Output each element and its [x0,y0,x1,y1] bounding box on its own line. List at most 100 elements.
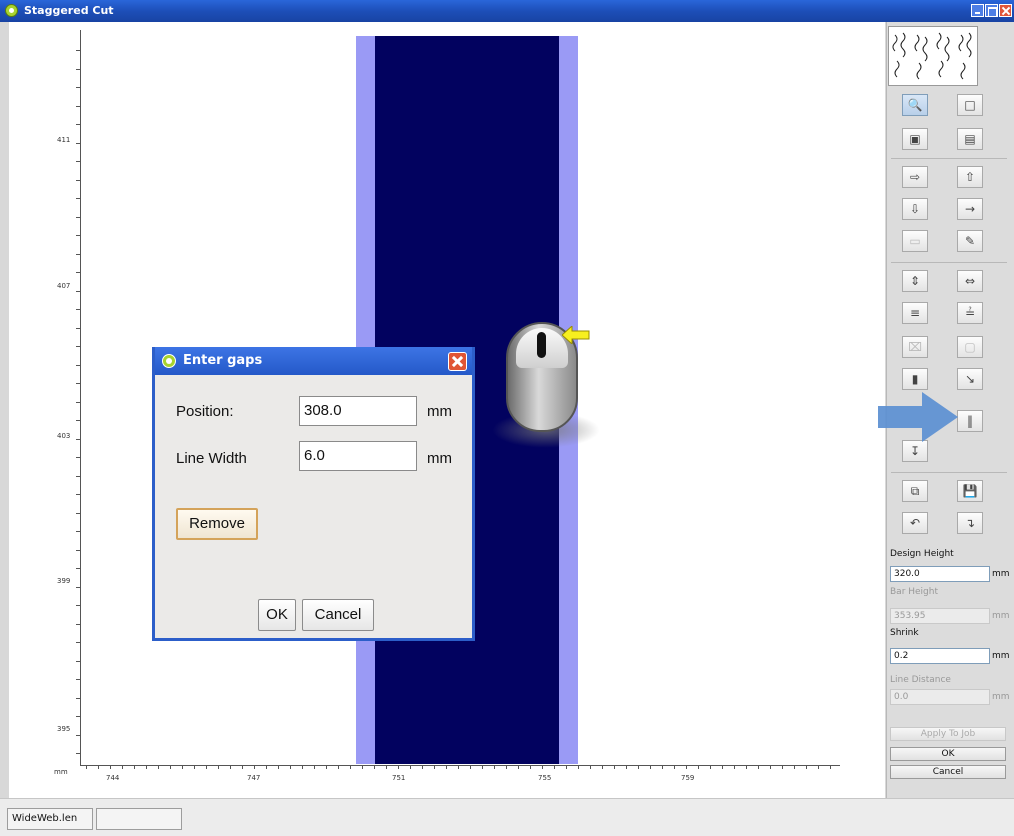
dialog-close-icon[interactable] [448,352,467,371]
line-width-label: Line Width [176,450,247,467]
distribute-lines-button[interactable]: ≡ [902,302,928,324]
ruler-tick [578,765,579,769]
ruler-tick [782,765,783,769]
panel-separator [891,472,1007,473]
apply-button[interactable]: ↴ [957,512,983,534]
insert-up-button[interactable]: ⇧ [957,166,983,188]
zoom-tool-button[interactable]: 🔍 [902,94,928,116]
ruler-tick [76,87,80,88]
staggered-cut-button[interactable]: ▮ [902,368,928,390]
ruler-tick [338,765,339,769]
arrow-right-icon: ⇨ [909,170,921,184]
layers-tool-button[interactable]: ▤ [957,128,983,150]
ruler-tick [314,765,315,769]
ruler-tick [470,765,471,769]
ruler-tick [206,765,207,769]
ruler-tick [614,765,615,769]
design-height-field[interactable]: 320.0 [890,566,990,582]
frame-tool-button[interactable]: ▢ [957,336,983,358]
ruler-tick [76,420,80,421]
panel-cancel-button[interactable]: Cancel [890,765,1006,779]
ruler-tick [674,765,675,769]
horizontal-gap-button[interactable]: ⇔ [957,270,983,292]
insert-down-button[interactable]: ⇩ [902,198,928,220]
title-bar: Staggered Cut [0,0,1014,22]
bar-height-unit: mm [992,611,1010,621]
export-button[interactable]: ⧉ [902,480,928,502]
delete-icon: ⌧ [908,340,922,354]
ruler-tick [278,765,279,769]
design-thumbnail[interactable] [888,26,978,86]
dialog-app-icon [162,354,176,368]
arrow-down-icon: ⇩ [909,202,921,216]
panel-separator [891,158,1007,159]
delete-cut-button[interactable]: ⌧ [902,336,928,358]
angle-cut-button[interactable]: ↘ [957,368,983,390]
remove-button[interactable]: Remove [176,508,258,540]
ruler-tick [76,698,80,699]
position-input[interactable]: 308.0 [299,396,417,426]
ruler-tick [76,753,80,754]
ruler-tick [76,716,80,717]
shrink-field[interactable]: 0.2 [890,648,990,664]
ruler-tick [76,235,80,236]
ruler-tick [758,765,759,769]
save-button[interactable]: 💾 [957,480,983,502]
dialog-title: Enter gaps [183,353,263,368]
line-width-unit: mm [427,450,452,467]
ruler-tick [722,765,723,769]
ruler-tick [170,765,171,769]
ruler-tick [638,765,639,769]
ruler-tick [662,765,663,769]
angle-cut-icon: ↘ [964,372,976,386]
panel-ok-button[interactable]: OK [890,747,1006,761]
distribute-icon: ≡ [909,306,921,320]
pencil-tool-button[interactable]: ✎ [957,230,983,252]
ruler-tick [76,328,80,329]
thumbnail-pattern-icon [892,32,972,80]
minimize-button[interactable] [971,4,984,17]
status-file-name: WideWeb.len [7,808,93,830]
line-distance-label: Line Distance [890,675,951,685]
ruler-tick [76,476,80,477]
ruler-tick [482,765,483,769]
ruler-tick [254,765,255,769]
align-lines-button[interactable]: ≟ [957,302,983,324]
ruler-tick [734,765,735,769]
dialog-ok-button[interactable]: OK [258,599,296,631]
move-down-button[interactable]: ↧ [902,440,928,462]
apply-to-job-button[interactable]: Apply To Job [890,727,1006,741]
ruler-tick [146,765,147,769]
bar-height-label: Bar Height [890,587,939,597]
dialog-cancel-button[interactable]: Cancel [302,599,374,631]
ruler-tick [770,765,771,769]
maximize-button[interactable] [985,4,998,17]
insert-right-button[interactable]: ⇨ [902,166,928,188]
shift-right-button[interactable]: → [957,198,983,220]
page-tool-button[interactable]: □ [957,94,983,116]
close-button[interactable] [999,4,1012,17]
ruler-tick [76,272,80,273]
ruler-tick [302,765,303,769]
ruler-tick [134,765,135,769]
ruler-tick [398,765,399,769]
ruler-tick [76,531,80,532]
x-tick-label: 759 [681,774,695,782]
gap-tool-button[interactable]: ‖ [957,410,983,432]
camera-tool-button[interactable]: ▣ [902,128,928,150]
line-width-input[interactable]: 6.0 [299,441,417,471]
move-down-icon: ↧ [909,444,921,458]
vertical-gap-button[interactable]: ⇕ [902,270,928,292]
select-area-button[interactable]: ▭ [902,230,928,252]
pencil-icon: ✎ [964,234,976,248]
window-title: Staggered Cut [24,4,114,17]
arrow-up-icon: ⇧ [964,170,976,184]
ruler-tick [590,765,591,769]
undo-button[interactable]: ↶ [902,512,928,534]
ruler-tick [794,765,795,769]
ruler-tick [386,765,387,769]
ruler-tick [76,346,80,347]
vertical-split-icon: ⇕ [909,274,921,288]
rectangle-icon: ▭ [909,234,921,248]
ruler-tick [266,765,267,769]
